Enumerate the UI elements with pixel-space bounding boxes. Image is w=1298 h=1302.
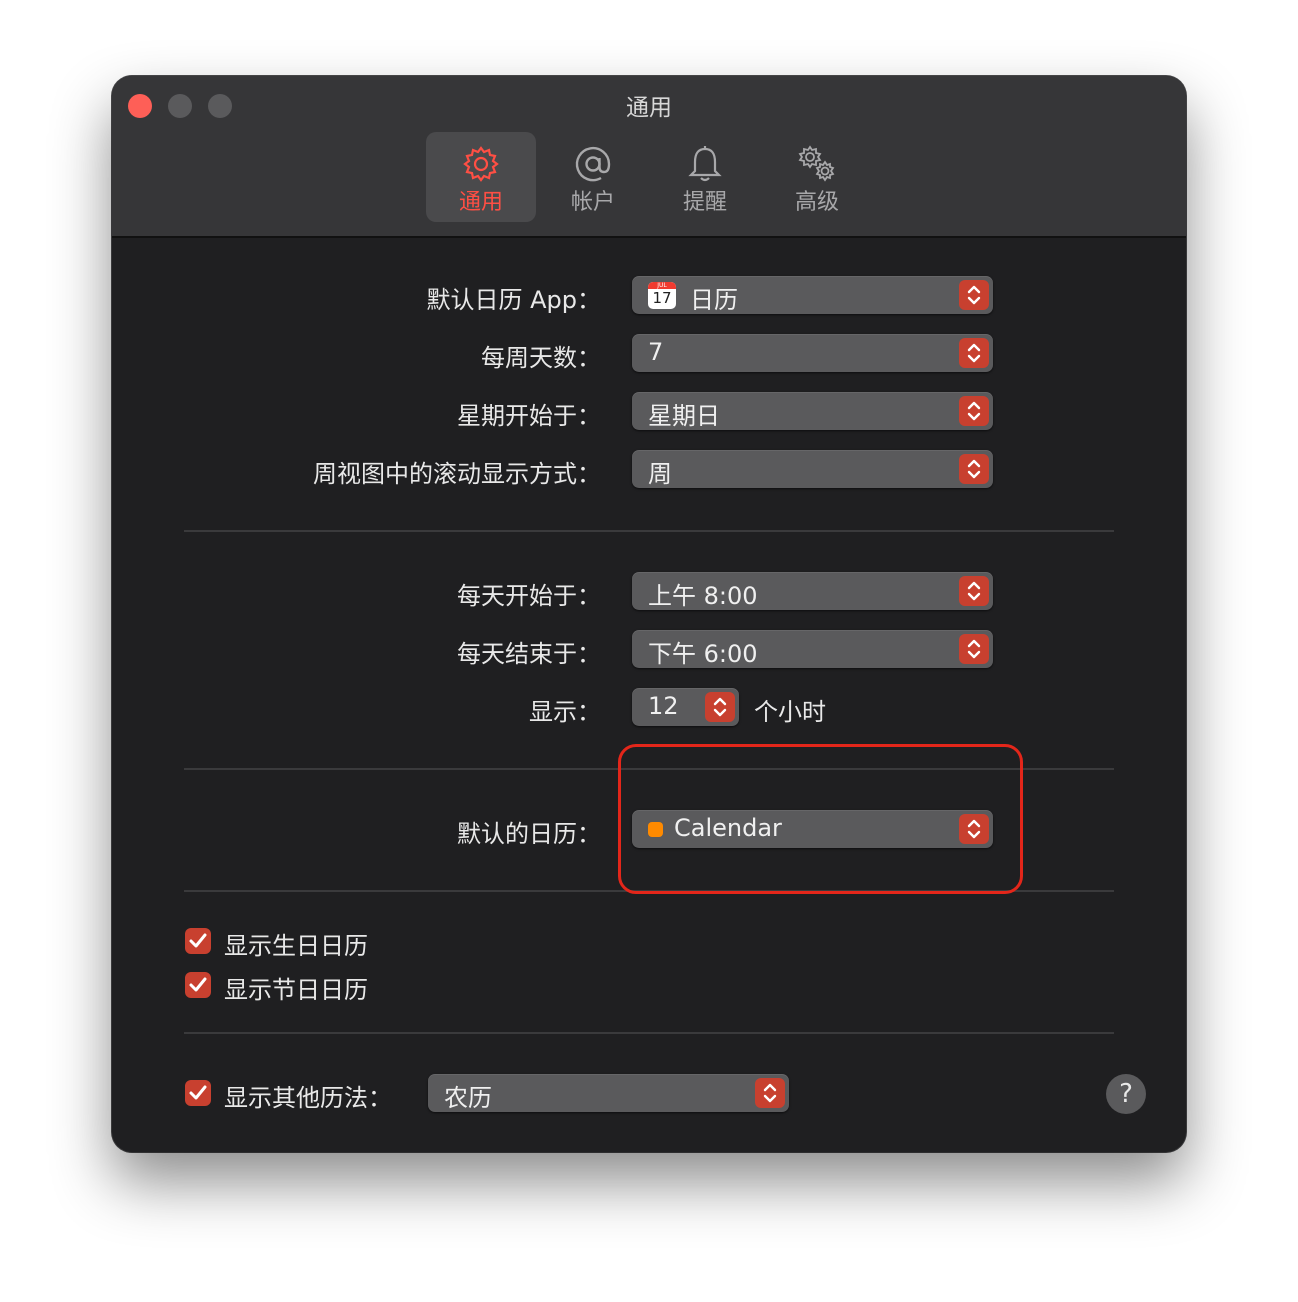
help-button[interactable]: ? <box>1106 1074 1146 1114</box>
preferences-window: 通用 通用 帐户 提醒 高级 默认日历 App： JUL 17 日历 每周天数：… <box>112 76 1186 1152</box>
default-app-label: 默认日历 App： <box>426 286 601 314</box>
chevron-updown-icon <box>959 634 989 664</box>
show-hours-value: 12 <box>648 692 679 720</box>
tab-alerts[interactable]: 提醒 <box>650 132 760 222</box>
default-app-value: 日历 <box>690 286 738 314</box>
other-calendar-checkbox[interactable] <box>185 1080 211 1106</box>
tab-advanced[interactable]: 高级 <box>762 132 872 222</box>
chevron-updown-icon <box>959 280 989 310</box>
default-calendar-label: 默认的日历： <box>457 820 601 848</box>
gears-icon <box>797 144 837 184</box>
separator <box>184 1032 1114 1034</box>
show-hours-unit: 个小时 <box>754 698 826 726</box>
day-starts-value: 上午 8:00 <box>648 582 758 610</box>
day-ends-popup[interactable]: 下午 6:00 <box>632 630 993 668</box>
calendar-app-icon: JUL 17 <box>648 282 676 309</box>
day-ends-label: 每天结束于： <box>457 640 601 668</box>
chevron-updown-icon <box>959 338 989 368</box>
days-per-week-value: 7 <box>648 338 664 366</box>
chevron-updown-icon <box>755 1078 785 1108</box>
birthday-calendar-checkbox[interactable] <box>185 928 211 954</box>
chevron-updown-icon <box>959 454 989 484</box>
day-starts-popup[interactable]: 上午 8:00 <box>632 572 993 610</box>
highlight-annotation <box>618 744 1023 894</box>
week-starts-label: 星期开始于： <box>457 402 601 430</box>
tab-general-label: 通用 <box>458 190 503 215</box>
tab-alerts-label: 提醒 <box>682 190 727 215</box>
days-per-week-popup[interactable]: 7 <box>632 334 993 372</box>
show-hours-label: 显示： <box>529 698 601 726</box>
scroll-mode-value: 周 <box>648 460 672 488</box>
chevron-updown-icon <box>705 692 735 722</box>
week-starts-value: 星期日 <box>648 402 720 430</box>
tab-accounts-label: 帐户 <box>570 190 615 215</box>
days-per-week-label: 每周天数： <box>481 344 601 372</box>
chevron-updown-icon <box>959 396 989 426</box>
calendar-icon-day: 17 <box>652 289 672 307</box>
other-calendar-popup[interactable]: 农历 <box>428 1074 789 1112</box>
other-calendar-label: 显示其他历法： <box>224 1084 392 1112</box>
at-icon <box>573 144 613 184</box>
tab-advanced-label: 高级 <box>794 190 839 215</box>
show-hours-popup[interactable]: 12 <box>632 688 739 726</box>
day-ends-value: 下午 6:00 <box>648 640 758 668</box>
separator <box>184 530 1114 532</box>
tab-general[interactable]: 通用 <box>426 132 536 222</box>
tab-accounts[interactable]: 帐户 <box>538 132 648 222</box>
bell-icon <box>685 144 725 184</box>
other-calendar-value: 农历 <box>444 1084 492 1112</box>
scroll-mode-label: 周视图中的滚动显示方式： <box>313 460 601 488</box>
window-title: 通用 <box>626 95 672 121</box>
week-starts-popup[interactable]: 星期日 <box>632 392 993 430</box>
calendar-icon-month: JUL <box>648 282 676 289</box>
holiday-calendar-label: 显示节日日历 <box>224 976 368 1004</box>
day-starts-label: 每天开始于： <box>457 582 601 610</box>
title-bar: 通用 通用 帐户 提醒 高级 <box>112 76 1186 238</box>
default-app-popup[interactable]: JUL 17 日历 <box>632 276 993 314</box>
gear-icon <box>461 144 501 184</box>
holiday-calendar-checkbox[interactable] <box>185 972 211 998</box>
scroll-mode-popup[interactable]: 周 <box>632 450 993 488</box>
chevron-updown-icon <box>959 576 989 606</box>
birthday-calendar-label: 显示生日日历 <box>224 932 368 960</box>
